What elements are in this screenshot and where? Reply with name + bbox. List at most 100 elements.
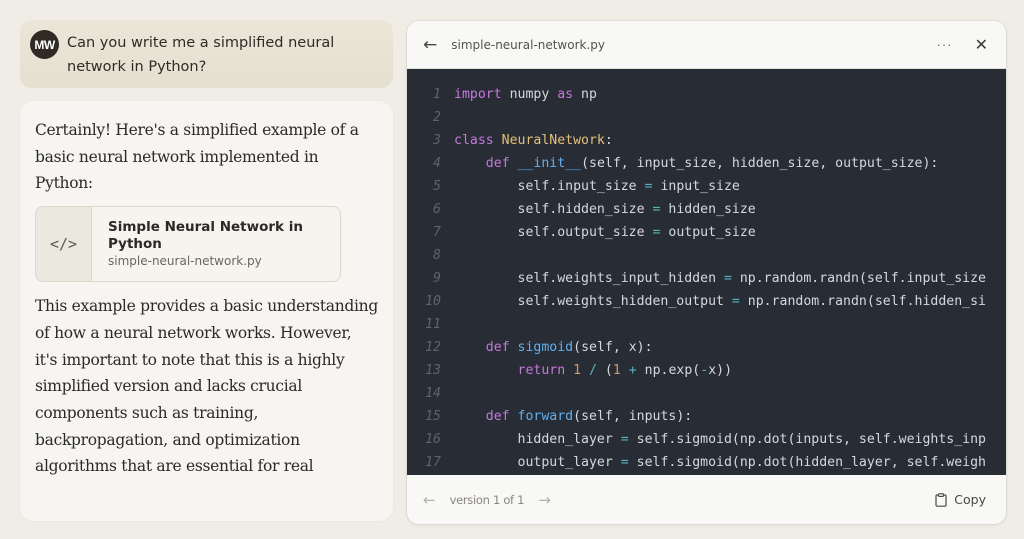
version-indicator: version 1 of 1 bbox=[449, 492, 525, 507]
clipboard-icon bbox=[935, 492, 947, 507]
code-line: 10 self.weights_hidden_output = np.rando… bbox=[407, 290, 1006, 313]
code-token: def bbox=[485, 340, 510, 355]
code-text: def sigmoid(self, x): bbox=[454, 336, 653, 359]
previous-version-arrow-icon[interactable]: ← bbox=[423, 491, 436, 509]
code-line: 2 bbox=[407, 106, 1006, 129]
code-line: 8 bbox=[407, 244, 1006, 267]
code-text: output_layer = self.sigmoid(np.dot(hidde… bbox=[454, 451, 986, 474]
code-line: 12 def sigmoid(self, x): bbox=[407, 336, 1006, 359]
artifact-filename: simple-neural-network.py bbox=[108, 254, 262, 269]
code-text: self.weights_input_hidden = np.random.ra… bbox=[454, 267, 986, 290]
code-text: return 1 / (1 + np.exp(-x)) bbox=[454, 359, 733, 382]
code-token: = bbox=[644, 179, 653, 194]
line-number: 15 bbox=[425, 409, 441, 424]
code-token: __init__ bbox=[517, 156, 582, 171]
code-token: self.sigmoid(np.dot(hidden_layer, self.w… bbox=[628, 455, 986, 470]
code-text: self.input_size = input_size bbox=[454, 175, 740, 198]
line-number: 11 bbox=[425, 317, 441, 332]
code-text: self.weights_hidden_output = np.random.r… bbox=[454, 290, 986, 313]
code-line: 5 self.input_size = input_size bbox=[407, 175, 1006, 198]
assistant-intro-text: Certainly! Here's a simplified example o… bbox=[35, 121, 359, 193]
code-token: import bbox=[454, 87, 502, 102]
code-token: self.sigmoid(np.dot(inputs, self.weights… bbox=[628, 432, 986, 447]
code-token: np.random.randn(self.hidden_si bbox=[739, 294, 986, 309]
code-token: self.hidden_size bbox=[454, 202, 653, 217]
code-token: + bbox=[628, 363, 637, 378]
code-token: np.random.randn(self.input_size bbox=[731, 271, 986, 286]
user-message: MW Can you write me a simplified neural … bbox=[20, 20, 393, 88]
code-text: class NeuralNetwork: bbox=[454, 129, 613, 152]
code-text: self.output_size = output_size bbox=[454, 221, 756, 244]
line-number: 8 bbox=[433, 248, 441, 263]
code-line: 9 self.weights_input_hidden = np.random.… bbox=[407, 267, 1006, 290]
more-horizontal-icon[interactable]: ··· bbox=[937, 37, 953, 52]
close-icon[interactable]: ✕ bbox=[975, 35, 988, 55]
next-version-arrow-icon[interactable]: → bbox=[538, 491, 551, 509]
line-number: 9 bbox=[433, 271, 441, 286]
code-token: forward bbox=[517, 409, 574, 424]
code-token: NeuralNetwork bbox=[501, 133, 605, 148]
code-token: hidden_size bbox=[660, 202, 756, 217]
code-text: hidden_layer = self.sigmoid(np.dot(input… bbox=[454, 428, 986, 451]
code-token: 1 bbox=[573, 363, 582, 378]
copy-label: Copy bbox=[954, 492, 986, 507]
code-token: hidden_layer bbox=[454, 432, 621, 447]
artifact-card[interactable]: </> Simple Neural Network in Python simp… bbox=[35, 206, 341, 283]
assistant-message: Certainly! Here's a simplified example o… bbox=[20, 101, 393, 521]
code-line: 7 self.output_size = output_size bbox=[407, 221, 1006, 244]
panel-title: simple-neural-network.py bbox=[451, 37, 605, 52]
code-block[interactable]: 1 import numpy as np 2 3 class NeuralNetwork… bbox=[407, 69, 1006, 475]
code-icon: </> bbox=[36, 207, 92, 282]
code-token: (self, x): bbox=[573, 340, 653, 355]
line-number: 2 bbox=[433, 110, 441, 125]
user-avatar: MW bbox=[30, 30, 59, 59]
code-line: 14 bbox=[407, 382, 1006, 405]
code-text: self.hidden_size = hidden_size bbox=[454, 198, 756, 221]
line-number: 14 bbox=[425, 386, 441, 401]
code-line: 17 output_layer = self.sigmoid(np.dot(hi… bbox=[407, 451, 1006, 474]
code-line: 13 return 1 / (1 + np.exp(-x)) bbox=[407, 359, 1006, 382]
code-line: 3 class NeuralNetwork: bbox=[407, 129, 1006, 152]
code-token: / bbox=[589, 363, 597, 378]
code-token: = bbox=[731, 294, 740, 309]
artifact-info: Simple Neural Network in Python simple-n… bbox=[92, 207, 308, 281]
panel-header: ← simple-neural-network.py ··· ✕ bbox=[407, 21, 1006, 69]
code-token: np.exp( bbox=[636, 363, 701, 378]
artifact-title: Simple Neural Network in Python bbox=[108, 219, 303, 253]
code-token: (self, input_size, hidden_size, output_s… bbox=[581, 156, 939, 171]
code-text: import numpy as np bbox=[454, 83, 597, 106]
code-token: : bbox=[604, 133, 613, 148]
code-token: self.output_size bbox=[454, 225, 653, 240]
code-token: (self, inputs): bbox=[573, 409, 693, 424]
code-line: 16 hidden_layer = self.sigmoid(np.dot(in… bbox=[407, 428, 1006, 451]
line-number: 17 bbox=[425, 455, 441, 470]
line-number: 12 bbox=[425, 340, 441, 355]
code-text: def forward(self, inputs): bbox=[454, 405, 692, 428]
code-token: 1 bbox=[612, 363, 621, 378]
code-token: output_size bbox=[660, 225, 756, 240]
code-token: self.weights_input_hidden bbox=[454, 271, 724, 286]
panel-footer: ← version 1 of 1 → Copy bbox=[407, 475, 1006, 524]
code-token: = bbox=[620, 455, 629, 470]
code-token: as bbox=[557, 87, 574, 102]
code-token: self.weights_hidden_output bbox=[454, 294, 732, 309]
line-number: 10 bbox=[425, 294, 441, 309]
code-token: output_layer bbox=[454, 455, 621, 470]
copy-button[interactable]: Copy bbox=[935, 492, 986, 507]
arrow-left-icon[interactable]: ← bbox=[423, 35, 437, 55]
code-text: def __init__(self, input_size, hidden_si… bbox=[454, 152, 939, 175]
code-token: return bbox=[517, 363, 566, 378]
code-viewer-panel: ← simple-neural-network.py ··· ✕ 1 import… bbox=[407, 21, 1006, 524]
code-token: np bbox=[573, 87, 597, 102]
line-number: 4 bbox=[433, 156, 441, 171]
code-token: x)) bbox=[708, 363, 733, 378]
code-token: ( bbox=[596, 363, 613, 378]
